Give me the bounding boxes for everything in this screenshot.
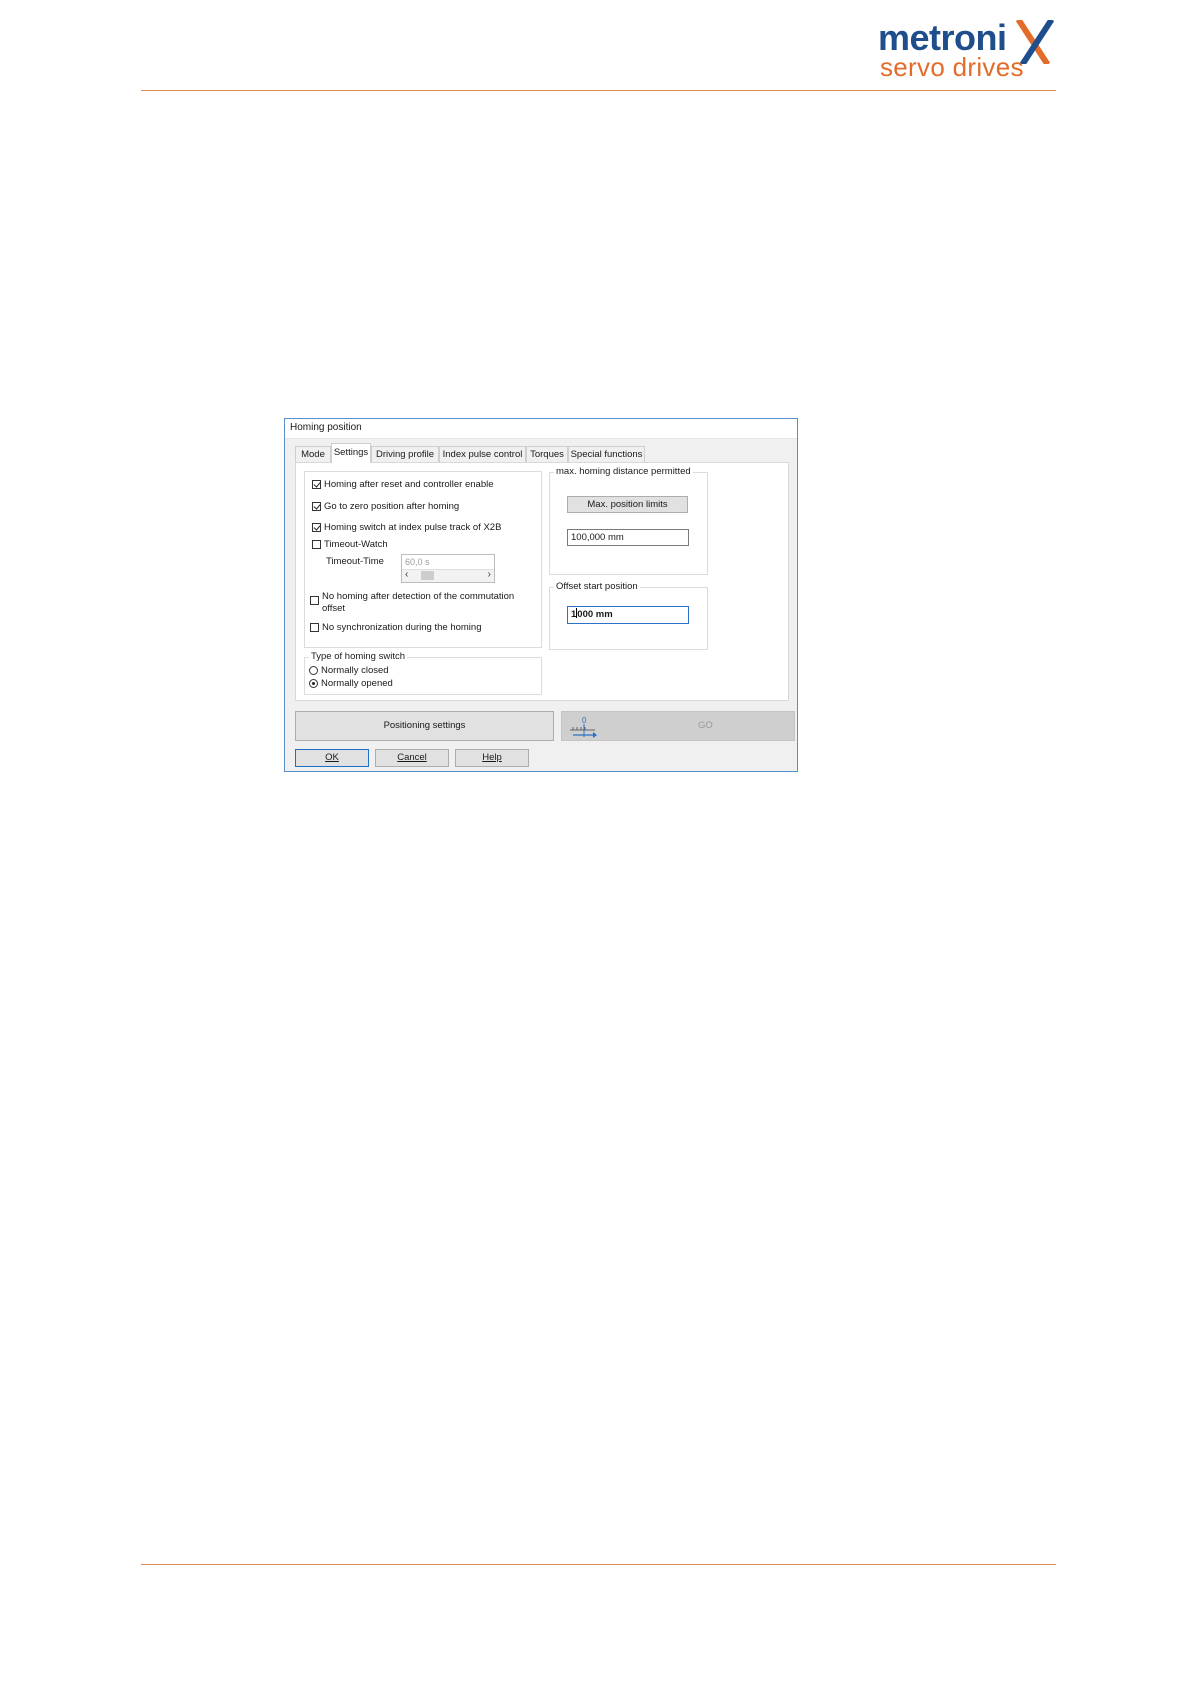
normally-opened-label: Normally opened [321, 678, 393, 689]
checkbox-unchecked-icon [310, 596, 319, 605]
offset-start-group: Offset start position 1000 mm [549, 581, 708, 650]
checkbox-checked-icon [312, 523, 321, 532]
tab-mode[interactable]: Mode [295, 446, 331, 462]
timeout-time-spinner[interactable]: 60,0 s ‹ › [401, 554, 495, 583]
tab-settings[interactable]: Settings [331, 443, 371, 463]
settings-panel: Homing after reset and controller enable… [295, 462, 789, 701]
label-line-2: offset [322, 603, 346, 614]
tab-index-pulse-control[interactable]: Index pulse control [439, 446, 526, 462]
go-to-zero-checkbox[interactable]: Go to zero position after homing [312, 501, 459, 512]
no-sync-checkbox[interactable]: No synchronization during the homing [310, 622, 481, 633]
chevron-right-icon[interactable]: › [488, 569, 491, 580]
dialog-titlebar: Homing position [285, 419, 797, 439]
timeout-watch-checkbox[interactable]: Timeout-Watch [312, 539, 388, 550]
logo-tagline: servo drives [880, 52, 1024, 82]
footer-rule [141, 1564, 1056, 1565]
ruler-zero-label: 0 [582, 716, 587, 725]
tab-special-functions[interactable]: Special functions [568, 446, 645, 462]
cancel-button[interactable]: Cancel [375, 749, 449, 767]
normally-closed-label: Normally closed [321, 665, 389, 676]
offset-start-value-part2: 000 mm [577, 609, 613, 620]
ok-button[interactable]: OK [295, 749, 369, 767]
no-homing-after-commutation-label: No homing after detection of the commuta… [322, 591, 514, 615]
no-sync-label: No synchronization during the homing [322, 622, 482, 633]
chevron-left-icon[interactable]: ‹ [405, 569, 408, 580]
max-position-limits-button[interactable]: Max. position limits [567, 496, 688, 513]
header-rule [141, 90, 1056, 91]
homing-switch-type-group: Type of homing switch Normally closed No… [304, 651, 542, 695]
homing-after-reset-label: Homing after reset and controller enable [324, 479, 494, 490]
timeout-time-label: Timeout-Time [326, 556, 384, 567]
help-button[interactable]: Help [455, 749, 529, 767]
go-to-zero-label: Go to zero position after homing [324, 501, 460, 512]
radio-selected-icon [309, 679, 318, 688]
max-homing-distance-input[interactable]: 100,000 mm [567, 529, 689, 546]
go-label: GO [698, 720, 713, 731]
homing-after-reset-checkbox[interactable]: Homing after reset and controller enable [312, 479, 494, 490]
max-homing-distance-title: max. homing distance permitted [554, 466, 693, 477]
normally-closed-radio[interactable]: Normally closed [309, 665, 389, 676]
timeout-time-scrollbar[interactable]: ‹ › [402, 569, 494, 582]
checkbox-unchecked-icon [310, 623, 319, 632]
metronix-logo: metroni servo drives [878, 16, 1058, 82]
tab-driving-profile[interactable]: Driving profile [371, 446, 439, 462]
timeout-watch-label: Timeout-Watch [324, 539, 388, 550]
homing-switch-type-title: Type of homing switch [309, 651, 407, 662]
homing-switch-index-label: Homing switch at index pulse track of X2… [324, 522, 502, 533]
scroll-thumb[interactable] [421, 571, 434, 580]
homing-options-group: Homing after reset and controller enable… [304, 471, 542, 648]
checkbox-checked-icon [312, 480, 321, 489]
radio-unselected-icon [309, 666, 318, 675]
max-homing-distance-group: max. homing distance permitted Max. posi… [549, 466, 708, 575]
label-line-1: No homing after detection of the commuta… [322, 591, 515, 602]
checkbox-unchecked-icon [312, 540, 321, 549]
homing-ruler-icon: 0 [570, 716, 597, 738]
timeout-time-value: 60,0 s [405, 557, 430, 567]
no-homing-after-commutation-checkbox[interactable]: No homing after detection of the commuta… [310, 591, 514, 615]
positioning-settings-button[interactable]: Positioning settings [295, 711, 554, 741]
offset-start-title: Offset start position [554, 581, 640, 592]
dialog-title: Homing position [290, 422, 362, 433]
normally-opened-radio[interactable]: Normally opened [309, 678, 393, 689]
checkbox-checked-icon [312, 502, 321, 511]
offset-start-input[interactable]: 1000 mm [567, 606, 689, 624]
go-button[interactable]: 0 GO [561, 711, 795, 741]
tab-torques[interactable]: Torques [526, 446, 568, 462]
homing-position-dialog: Homing position Mode Settings Driving pr… [284, 418, 798, 772]
homing-switch-index-checkbox[interactable]: Homing switch at index pulse track of X2… [312, 522, 501, 533]
